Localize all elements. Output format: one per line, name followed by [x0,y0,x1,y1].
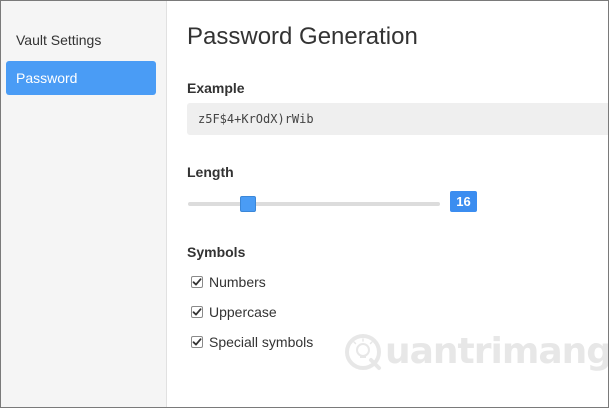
sidebar-item-password[interactable]: Password [6,61,156,95]
page-title: Password Generation [187,23,418,50]
watermark-text: uantrimang [385,331,609,372]
length-label: Length [187,164,234,180]
length-value-badge: 16 [450,191,477,212]
special-symbols-checkbox[interactable] [191,336,203,348]
example-password: z5F$4+KrOdX)rWib [187,103,608,135]
lightbulb-q-icon [345,333,381,370]
length-slider[interactable] [188,194,440,214]
numbers-checkbox[interactable] [191,276,203,288]
uppercase-checkbox[interactable] [191,306,203,318]
sidebar-item-label: Vault Settings [16,32,102,48]
sidebar: Vault Settings Password [1,1,167,407]
watermark: uantrimang [343,331,609,372]
sidebar-item-label: Password [16,70,78,86]
special-symbols-option[interactable]: Speciall symbols [191,332,313,352]
settings-panel: Password Generation Example z5F$4+KrOdX)… [168,1,608,407]
numbers-label: Numbers [209,274,266,290]
sidebar-item-vault-settings[interactable]: Vault Settings [6,23,156,57]
checkmark-icon [192,278,202,286]
slider-track[interactable] [188,202,440,206]
uppercase-option[interactable]: Uppercase [191,302,277,322]
app-window: Vault Settings Password Password Generat… [0,0,609,408]
uppercase-label: Uppercase [209,304,277,320]
numbers-option[interactable]: Numbers [191,272,266,292]
slider-thumb[interactable] [240,196,257,212]
checkmark-icon [192,308,202,316]
symbols-label: Symbols [187,244,246,260]
special-symbols-label: Speciall symbols [209,334,314,350]
example-label: Example [187,80,245,96]
checkmark-icon [192,338,202,346]
